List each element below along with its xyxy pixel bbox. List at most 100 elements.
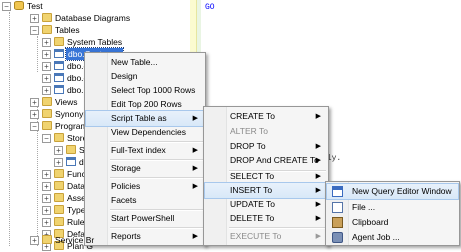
menu-item-alter-to: ALTER To	[205, 124, 327, 139]
menu-item-select-top-rows[interactable]: Select Top 1000 Rows	[86, 83, 204, 98]
clipboard-icon	[332, 217, 343, 228]
plus-box-icon[interactable]: +	[42, 170, 51, 179]
plus-box-icon[interactable]: +	[42, 194, 51, 203]
menu-item-facets[interactable]: Facets	[86, 193, 204, 208]
context-menu: New Table... Design Select Top 1000 Rows…	[84, 52, 206, 246]
plus-box-icon[interactable]: +	[42, 50, 51, 59]
plus-box-icon[interactable]: +	[42, 62, 51, 71]
plus-box-icon[interactable]: +	[30, 98, 39, 107]
triangle-right-icon: ▶	[315, 157, 321, 164]
minus-box-icon[interactable]: −	[30, 122, 39, 131]
tree-label: Test	[27, 1, 43, 11]
menu-item-label: Edit Top 200 Rows	[111, 99, 182, 109]
plus-box-icon[interactable]: +	[54, 146, 63, 155]
menu-item-start-powershell[interactable]: Start PowerShell	[86, 211, 204, 226]
table-icon	[54, 61, 64, 70]
menu-item-label: Design	[111, 71, 138, 81]
menu-item-delete-to[interactable]: DELETE To ▶	[205, 211, 327, 226]
menu-item-label: Start PowerShell	[111, 213, 175, 223]
tree-label: Service Br	[55, 235, 95, 245]
tree-guide-line	[37, 36, 38, 72]
menu-item-label: Storage	[111, 163, 141, 173]
menu-item-storage[interactable]: Storage ▶	[86, 161, 204, 176]
plus-box-icon[interactable]: +	[30, 236, 39, 245]
plus-box-icon[interactable]: +	[42, 218, 51, 227]
plus-box-icon[interactable]: +	[54, 158, 63, 167]
menu-item-create-to[interactable]: CREATE To ▶	[205, 109, 327, 124]
menu-item-full-text-index[interactable]: Full-Text index ▶	[86, 143, 204, 158]
menu-item-update-to[interactable]: UPDATE To ▶	[205, 197, 327, 212]
plus-box-icon[interactable]: +	[42, 38, 51, 47]
triangle-right-icon: ▶	[192, 233, 198, 240]
menu-item-label: CREATE To	[230, 111, 276, 121]
table-icon	[54, 49, 64, 58]
plus-box-icon[interactable]: +	[42, 182, 51, 191]
triangle-right-icon: ▶	[192, 183, 198, 190]
menu-item-design[interactable]: Design	[86, 69, 204, 84]
plus-box-icon[interactable]: +	[42, 86, 51, 95]
tree-label: System Tables	[67, 37, 123, 47]
folder-icon	[42, 97, 52, 106]
folder-icon	[42, 121, 52, 130]
menu-item-label: View Dependencies	[111, 127, 186, 137]
menu-item-agent-job[interactable]: Agent Job ...	[327, 230, 458, 245]
menu-item-new-query-editor-window[interactable]: New Query Editor Window	[326, 183, 459, 200]
plus-box-icon[interactable]: +	[30, 110, 39, 119]
menu-item-label: DROP To	[230, 141, 266, 151]
folder-icon	[54, 37, 64, 46]
folder-icon	[54, 181, 64, 190]
menu-item-file[interactable]: File ...	[327, 200, 458, 215]
menu-item-new-table[interactable]: New Table...	[86, 55, 204, 70]
script-table-as-submenu: CREATE To ▶ ALTER To DROP To ▶ DROP And CR…	[203, 106, 329, 246]
menu-item-label: Script Table as	[111, 113, 167, 123]
menu-item-label: ALTER To	[230, 126, 268, 136]
plus-box-icon[interactable]: +	[42, 74, 51, 83]
menu-item-script-table-as[interactable]: Script Table as ▶	[85, 110, 205, 127]
menu-item-execute-to: EXECUTE To ▶	[205, 229, 327, 244]
menu-item-select-to[interactable]: SELECT To ▶	[205, 169, 327, 184]
menu-item-clipboard[interactable]: Clipboard	[327, 215, 458, 230]
menu-item-label: New Table...	[111, 57, 158, 67]
menu-item-label: Full-Text index	[111, 145, 166, 155]
menu-item-label: INSERT To	[230, 185, 273, 195]
file-icon	[332, 202, 343, 213]
folder-icon	[42, 25, 52, 34]
menu-item-label: SELECT To	[230, 171, 275, 181]
menu-item-drop-and-create-to[interactable]: DROP And CREATE To ▶	[205, 153, 327, 168]
menu-item-label: DELETE To	[230, 213, 275, 223]
tree-label: Views	[55, 97, 78, 107]
menu-item-label: Agent Job ...	[352, 232, 400, 242]
table-icon	[54, 73, 64, 82]
menu-item-label: Reports	[111, 231, 141, 241]
folder-icon	[54, 193, 64, 202]
triangle-right-icon: ▶	[315, 215, 321, 222]
database-icon	[14, 1, 24, 10]
menu-item-label: Select Top 1000 Rows	[111, 85, 196, 95]
menu-item-label: EXECUTE To	[230, 231, 282, 241]
plus-box-icon[interactable]: +	[42, 206, 51, 215]
agent-job-icon	[332, 232, 343, 243]
folder-icon	[42, 109, 52, 118]
menu-item-label: New Query Editor Window	[352, 186, 452, 196]
tree-label: Database Diagrams	[55, 13, 131, 23]
tree-guide-line	[9, 12, 10, 246]
folder-icon	[54, 205, 64, 214]
minus-box-icon[interactable]: −	[2, 2, 11, 11]
menu-item-drop-to[interactable]: DROP To ▶	[205, 139, 327, 154]
menu-item-reports[interactable]: Reports ▶	[86, 229, 204, 244]
menu-item-label: Clipboard	[352, 217, 389, 227]
menu-item-policies[interactable]: Policies ▶	[86, 179, 204, 194]
triangle-right-icon: ▶	[315, 173, 321, 180]
triangle-right-icon: ▶	[315, 201, 321, 208]
menu-item-label: DROP And CREATE To	[230, 155, 319, 165]
folder-icon	[42, 235, 52, 244]
minus-box-icon[interactable]: −	[30, 26, 39, 35]
menu-item-view-dependencies[interactable]: View Dependencies	[86, 125, 204, 140]
minus-box-icon[interactable]: −	[42, 134, 51, 143]
plus-box-icon[interactable]: +	[30, 14, 39, 23]
folder-icon	[42, 13, 52, 22]
menu-item-label: UPDATE To	[230, 199, 276, 209]
menu-item-label: Policies	[111, 181, 141, 191]
menu-item-edit-top-rows[interactable]: Edit Top 200 Rows	[86, 97, 204, 112]
menu-item-insert-to[interactable]: INSERT To ▶	[204, 182, 328, 199]
